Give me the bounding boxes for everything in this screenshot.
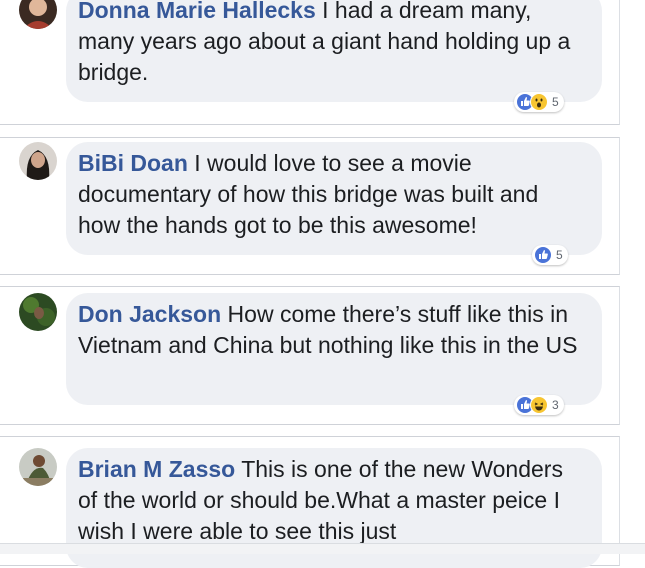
comment-card: BiBi Doan I would love to see a movie do…: [0, 137, 620, 275]
avatar[interactable]: [19, 293, 57, 331]
comment-bubble: BiBi Doan I would love to see a movie do…: [66, 142, 602, 255]
avatar[interactable]: [19, 0, 57, 29]
reaction-summary[interactable]: 3: [514, 395, 564, 415]
avatar[interactable]: [19, 142, 57, 180]
comment-bubble: Donna Marie Hallecks I had a dream many,…: [66, 0, 602, 102]
comment-author[interactable]: Don Jackson: [78, 301, 221, 327]
avatar[interactable]: [19, 448, 57, 486]
comment-author[interactable]: Brian M Zasso: [78, 456, 235, 482]
wow-emoji-icon: [530, 93, 548, 111]
reaction-count: 3: [552, 398, 559, 412]
reaction-count: 5: [552, 95, 559, 109]
reaction-summary[interactable]: 5: [532, 245, 568, 265]
comment-bubble: Don Jackson How come there’s stuff like …: [66, 293, 602, 405]
like-icon: [534, 246, 552, 264]
haha-emoji-icon: [530, 396, 548, 414]
comment-card: Donna Marie Hallecks I had a dream many,…: [0, 0, 620, 125]
reaction-count: 5: [556, 248, 563, 262]
page-bottom-divider: [0, 543, 645, 554]
comment-card: Don Jackson How come there’s stuff like …: [0, 286, 620, 425]
comment-author[interactable]: BiBi Doan: [78, 150, 188, 176]
comment-author[interactable]: Donna Marie Hallecks: [78, 0, 316, 23]
reaction-summary[interactable]: 5: [514, 92, 564, 112]
